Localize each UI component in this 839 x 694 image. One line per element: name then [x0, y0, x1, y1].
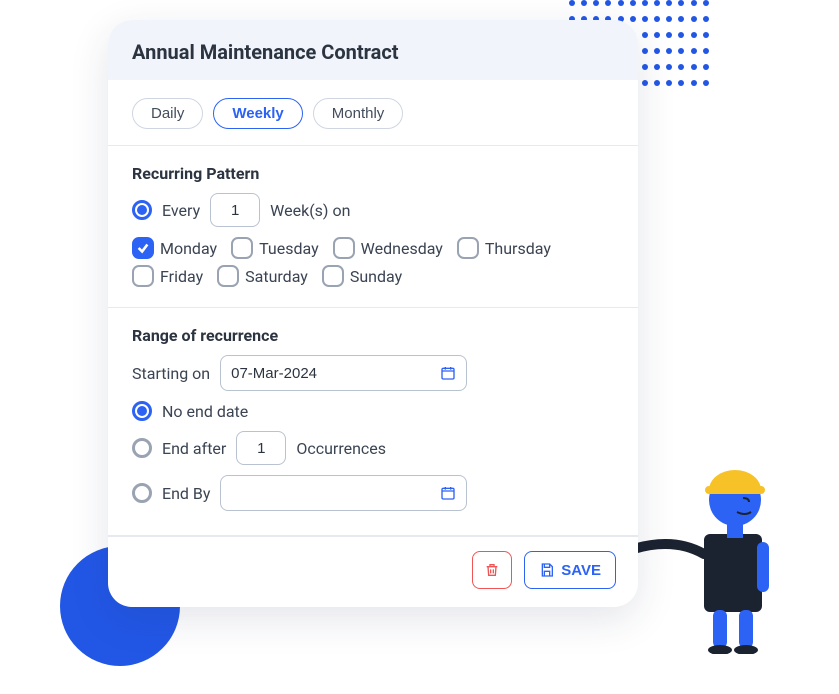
delete-button[interactable]	[472, 551, 512, 589]
end-by-radio[interactable]	[132, 483, 152, 503]
frequency-tabs-section: Daily Weekly Monthly	[108, 80, 638, 146]
day-saturday-label: Saturday	[245, 267, 308, 286]
day-tuesday-checkbox[interactable]	[231, 237, 253, 259]
calendar-icon	[440, 485, 456, 501]
dialog-header: Annual Maintenance Contract	[108, 20, 638, 80]
range-heading: Range of recurrence	[132, 326, 614, 345]
recurring-pattern-section: Recurring Pattern Every Week(s) on Monda…	[108, 146, 638, 308]
tab-monthly[interactable]: Monthly	[313, 98, 404, 129]
dialog-title: Annual Maintenance Contract	[132, 40, 614, 64]
end-after-label: End after	[162, 439, 226, 458]
tab-daily[interactable]: Daily	[132, 98, 203, 129]
day-thursday-label: Thursday	[485, 239, 551, 258]
trash-icon	[484, 562, 500, 578]
day-monday-label: Monday	[160, 239, 217, 258]
recurring-pattern-heading: Recurring Pattern	[132, 164, 614, 183]
every-radio[interactable]	[132, 200, 152, 220]
frequency-tabs: Daily Weekly Monthly	[132, 98, 614, 129]
end-after-input[interactable]	[236, 431, 286, 465]
calendar-icon	[440, 365, 456, 381]
day-tuesday-label: Tuesday	[259, 239, 319, 258]
save-button[interactable]: SAVE	[524, 551, 616, 589]
days-row: Monday Tuesday Wednesday Thursday Friday…	[132, 237, 614, 293]
starting-on-row: Starting on	[132, 355, 614, 391]
occurrences-label: Occurrences	[296, 439, 386, 458]
end-after-radio[interactable]	[132, 438, 152, 458]
every-label: Every	[162, 201, 200, 220]
day-wednesday-checkbox[interactable]	[333, 237, 355, 259]
end-after-row: End after Occurrences	[132, 431, 614, 465]
tab-weekly[interactable]: Weekly	[213, 98, 302, 129]
end-by-date-field[interactable]	[220, 475, 467, 511]
no-end-date-row: No end date	[132, 401, 614, 421]
start-date-field[interactable]	[220, 355, 467, 391]
end-by-row: End By	[132, 475, 614, 511]
day-wednesday-label: Wednesday	[361, 239, 443, 258]
day-saturday-checkbox[interactable]	[217, 265, 239, 287]
end-by-date-input[interactable]	[231, 485, 430, 502]
range-section: Range of recurrence Starting on No end d…	[108, 308, 638, 536]
start-date-input[interactable]	[231, 365, 430, 382]
recurrence-dialog: Annual Maintenance Contract Daily Weekly…	[108, 20, 638, 607]
save-button-label: SAVE	[561, 562, 601, 579]
day-sunday-label: Sunday	[350, 267, 402, 286]
dialog-footer: SAVE	[108, 536, 638, 607]
every-row: Every Week(s) on	[132, 193, 614, 227]
no-end-date-label: No end date	[162, 402, 248, 421]
day-friday-label: Friday	[160, 267, 203, 286]
starting-on-label: Starting on	[132, 364, 210, 383]
day-sunday-checkbox[interactable]	[322, 265, 344, 287]
save-icon	[539, 562, 555, 578]
no-end-date-radio[interactable]	[132, 401, 152, 421]
every-weeks-input[interactable]	[210, 193, 260, 227]
day-monday-checkbox[interactable]	[132, 237, 154, 259]
weeks-on-label: Week(s) on	[270, 201, 350, 220]
day-friday-checkbox[interactable]	[132, 265, 154, 287]
day-thursday-checkbox[interactable]	[457, 237, 479, 259]
end-by-label: End By	[162, 484, 210, 503]
